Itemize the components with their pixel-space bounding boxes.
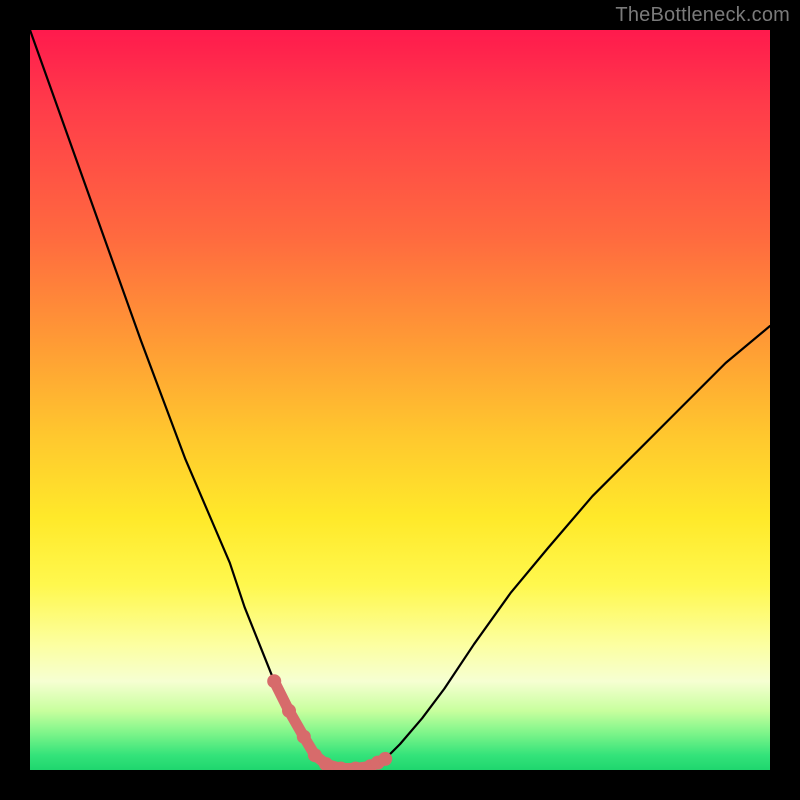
highlight-point <box>378 752 392 766</box>
highlight-point <box>308 748 322 762</box>
plot-area <box>30 30 770 770</box>
highlight-point <box>267 674 281 688</box>
highlight-connector <box>274 681 385 768</box>
highlight-point <box>297 730 311 744</box>
chart-frame: TheBottleneck.com <box>0 0 800 800</box>
highlight-point <box>282 704 296 718</box>
bottleneck-curve <box>30 30 770 769</box>
curve-layer <box>30 30 770 770</box>
highlight-points <box>267 674 392 770</box>
watermark-text: TheBottleneck.com <box>615 4 790 27</box>
